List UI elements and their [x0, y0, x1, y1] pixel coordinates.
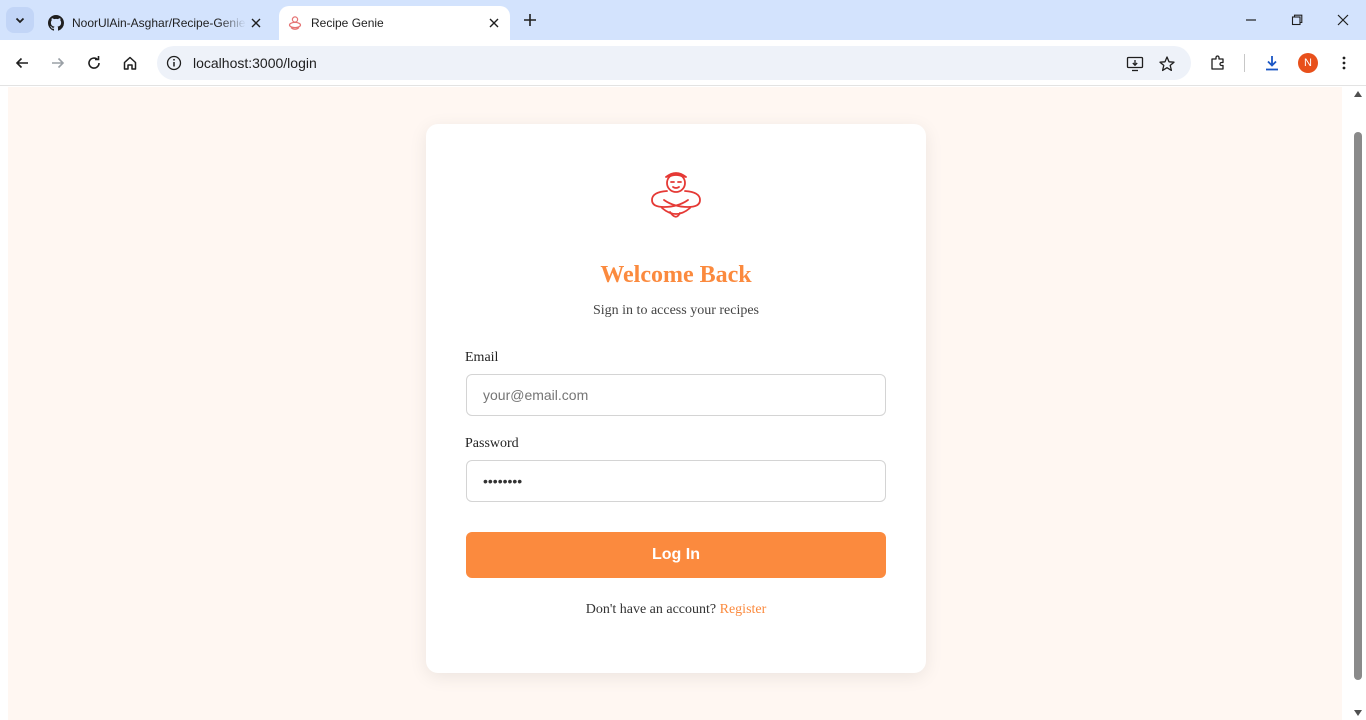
puzzle-icon — [1211, 55, 1224, 70]
install-app-icon — [1126, 56, 1144, 72]
home-icon — [123, 56, 137, 70]
close-icon — [1337, 14, 1349, 26]
login-button[interactable]: Log In — [466, 532, 886, 578]
close-icon — [251, 18, 261, 28]
scroll-down-arrow-icon[interactable] — [1354, 710, 1362, 716]
browser-menu-button[interactable] — [1330, 49, 1358, 77]
chevron-down-icon — [15, 17, 25, 24]
page-scrollbar[interactable] — [1350, 87, 1366, 720]
address-bar[interactable]: localhost:3000/login — [157, 46, 1191, 80]
tab-strip: NoorUlAin-Asghar/Recipe-Genie Recipe Gen… — [0, 0, 1366, 40]
extensions-button[interactable] — [1204, 49, 1232, 77]
restore-button[interactable] — [1274, 0, 1320, 40]
tab-title: Recipe Genie — [311, 16, 384, 30]
tab-recipe-genie[interactable]: Recipe Genie — [279, 6, 510, 40]
github-icon — [48, 15, 64, 31]
profile-avatar[interactable]: N — [1298, 53, 1318, 73]
reload-button[interactable] — [80, 49, 108, 77]
register-link[interactable]: Register — [720, 602, 767, 617]
forward-button[interactable] — [44, 49, 72, 77]
login-card: Welcome Back Sign in to access your reci… — [426, 124, 926, 673]
toolbar-divider — [1244, 54, 1245, 72]
downloads-button[interactable] — [1258, 49, 1286, 77]
star-icon — [1159, 56, 1175, 72]
page-viewport: Welcome Back Sign in to access your reci… — [0, 87, 1366, 720]
home-button[interactable] — [116, 49, 144, 77]
site-info-icon[interactable] — [165, 54, 183, 72]
minimize-icon — [1246, 19, 1256, 21]
close-icon — [489, 18, 499, 28]
browser-toolbar: localhost:3000/login N — [0, 40, 1366, 86]
password-label: Password — [465, 436, 519, 451]
password-field[interactable] — [466, 460, 886, 502]
arrow-left-icon — [15, 57, 28, 69]
page-subtitle: Sign in to access your recipes — [592, 303, 759, 318]
minimize-button[interactable] — [1228, 0, 1274, 40]
new-tab-button[interactable] — [519, 9, 541, 31]
restore-icon — [1291, 14, 1303, 26]
login-page: Welcome Back Sign in to access your reci… — [8, 87, 1342, 720]
genie-icon — [287, 15, 303, 31]
scroll-up-arrow-icon[interactable] — [1354, 91, 1362, 97]
back-button[interactable] — [8, 49, 36, 77]
tab-search-button[interactable] — [6, 7, 34, 33]
close-window-button[interactable] — [1320, 0, 1366, 40]
arrow-right-icon — [52, 57, 65, 69]
bookmark-button[interactable] — [1155, 52, 1179, 76]
genie-logo — [648, 168, 704, 222]
close-tab-button[interactable] — [246, 13, 266, 33]
register-prompt: Don't have an account? Register — [426, 602, 926, 618]
email-field[interactable] — [466, 374, 886, 416]
plus-icon — [524, 14, 536, 26]
more-vertical-icon — [1342, 56, 1346, 70]
install-app-button[interactable] — [1123, 52, 1147, 76]
tab-title: NoorUlAin-Asghar/Recipe-Genie — [72, 16, 246, 30]
reload-icon — [88, 56, 100, 69]
register-prompt-text: Don't have an account? — [585, 602, 717, 617]
tab-github[interactable]: NoorUlAin-Asghar/Recipe-Genie — [40, 6, 272, 40]
download-icon — [1266, 56, 1278, 71]
close-tab-button[interactable] — [484, 13, 504, 33]
email-label: Email — [465, 350, 499, 365]
page-title: Welcome Back — [600, 262, 752, 288]
scrollbar-thumb[interactable] — [1354, 132, 1362, 680]
url-text: localhost:3000/login — [193, 55, 317, 71]
